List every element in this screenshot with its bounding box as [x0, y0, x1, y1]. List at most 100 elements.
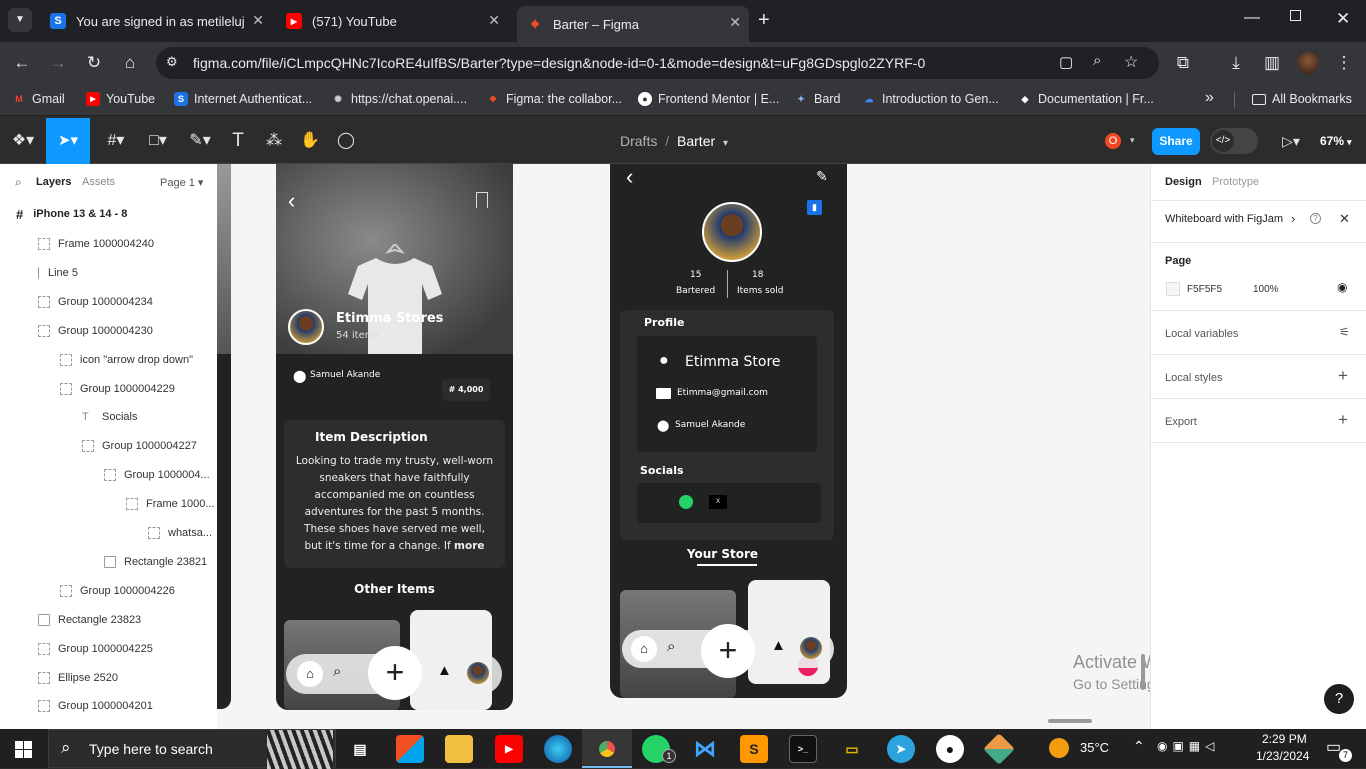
user-avatar[interactable]: O: [1103, 131, 1123, 151]
dev-mode-toggle[interactable]: </>: [1210, 128, 1258, 154]
back-icon[interactable]: ←: [10, 51, 34, 75]
tab-signed-in[interactable]: S You are signed in as metileluj ✕: [40, 6, 272, 36]
minimize-icon[interactable]: —: [1244, 9, 1260, 27]
visibility-eye-icon[interactable]: ◉: [1337, 280, 1347, 294]
text-tool-icon[interactable]: T: [226, 130, 250, 152]
page-selector[interactable]: Page 1 ▾: [160, 176, 203, 189]
home-icon[interactable]: ⌂: [118, 51, 142, 75]
star-icon[interactable]: ☆: [1124, 52, 1138, 72]
bookmark-frontend-mentor[interactable]: ● Frontend Mentor | E...: [638, 92, 779, 106]
bookmark-internet-auth[interactable]: S Internet Authenticat...: [174, 92, 312, 106]
bookmark-figma[interactable]: ❖ Figma: the collabor...: [486, 92, 622, 106]
pen-tool-icon[interactable]: ✎▾: [186, 130, 214, 152]
layer-row[interactable]: Group 1000004...: [104, 465, 210, 485]
tab-layers[interactable]: Layers: [36, 176, 71, 188]
vscode-icon[interactable]: ⋈: [691, 735, 719, 763]
tab-search-button[interactable]: ▼: [8, 8, 32, 32]
taskbar-search-box[interactable]: ⌕ Type here to search: [48, 729, 336, 769]
file-name[interactable]: Barter: [677, 133, 715, 149]
close-tab-icon[interactable]: ✕: [729, 14, 741, 31]
layer-row[interactable]: Ellipse 2520: [38, 668, 118, 688]
bookmark-youtube[interactable]: ▶ YouTube: [86, 92, 155, 106]
tab-prototype[interactable]: Prototype: [1212, 176, 1259, 188]
git-tool-icon[interactable]: [983, 733, 1015, 765]
present-play-icon[interactable]: ▷▾: [1276, 130, 1306, 152]
breadcrumb-drafts[interactable]: Drafts: [620, 133, 657, 149]
extensions-icon[interactable]: ⧉: [1171, 51, 1195, 75]
notification-bell-icon[interactable]: ▲: [437, 662, 452, 679]
phone-item-detail[interactable]: ‹ Etimma Stores 54 items ⬤ Samuel Akande…: [276, 164, 513, 710]
notification-bell-icon[interactable]: ▲: [771, 637, 786, 654]
close-tab-icon[interactable]: ✕: [488, 12, 500, 29]
page-color-swatch[interactable]: [1166, 282, 1180, 296]
horizontal-scrollbar[interactable]: [1048, 719, 1092, 723]
windows-start-icon[interactable]: [15, 741, 32, 758]
forward-icon[interactable]: →: [46, 51, 70, 75]
layer-row[interactable]: T Socials: [82, 407, 137, 427]
zoom-icon[interactable]: ⌕: [1093, 52, 1101, 69]
close-window-icon[interactable]: ✕: [1336, 9, 1350, 29]
variables-settings-icon[interactable]: ⚟: [1339, 325, 1350, 339]
layer-row[interactable]: Group 1000004225: [38, 639, 153, 659]
tray-icons[interactable]: ◉▣▦◁: [1157, 739, 1219, 753]
shape-tool-icon[interactable]: □▾: [144, 130, 172, 152]
sublime-icon[interactable]: S: [740, 735, 768, 763]
figma-canvas[interactable]: ‹ Etimma Stores 54 items ⬤ Samuel Akande…: [217, 164, 1150, 729]
home-nav-icon[interactable]: ⌂: [631, 636, 657, 662]
bookmark-chat-openai[interactable]: ✺ https://chat.openai....: [331, 92, 467, 106]
task-view-icon[interactable]: ▤: [346, 735, 374, 763]
profile-nav-avatar[interactable]: [800, 637, 822, 659]
menu-icon[interactable]: ⋮: [1332, 51, 1356, 75]
search-nav-icon[interactable]: ⌕: [667, 638, 675, 655]
layer-row[interactable]: Group 1000004230: [38, 321, 153, 341]
x-twitter-icon[interactable]: X: [709, 495, 727, 509]
layer-row[interactable]: Group 1000004229: [60, 379, 175, 399]
figma-main-menu-icon[interactable]: ❖▾: [8, 130, 38, 152]
edge-icon[interactable]: [544, 735, 572, 763]
search-icon[interactable]: ⌕: [15, 175, 22, 190]
chevron-down-icon[interactable]: ▾: [1130, 135, 1135, 146]
home-nav-icon[interactable]: ⌂: [297, 661, 323, 687]
youtube-app-icon[interactable]: ▶: [495, 735, 523, 763]
game-bar-icon[interactable]: ▭: [838, 735, 866, 763]
bookmark-bard[interactable]: ✦ Bard: [794, 92, 840, 106]
all-bookmarks[interactable]: All Bookmarks: [1252, 92, 1352, 106]
bookmark-documentation[interactable]: ◆ Documentation | Fr...: [1018, 92, 1154, 106]
sidebar-icon[interactable]: ▥: [1260, 51, 1284, 75]
file-explorer-icon[interactable]: [445, 735, 473, 763]
chevron-down-icon[interactable]: ▾: [723, 138, 728, 149]
profile-nav-avatar[interactable]: [467, 662, 489, 684]
layer-row[interactable]: Group 1000004201: [38, 696, 153, 716]
add-button[interactable]: +: [368, 646, 422, 700]
new-tab-icon[interactable]: +: [758, 9, 770, 32]
tab-assets[interactable]: Assets: [82, 176, 115, 188]
resources-icon[interactable]: ⁂: [262, 130, 286, 152]
phone-profile[interactable]: ‹ ✎ ▮ 15 Bartered 18 Items sold Profile …: [610, 164, 847, 698]
add-export-icon[interactable]: +: [1338, 410, 1348, 430]
clock-time[interactable]: 2:29 PM: [1262, 732, 1307, 746]
tray-chevron-icon[interactable]: ⌃: [1133, 738, 1145, 755]
edit-pencil-icon[interactable]: ✎: [816, 168, 828, 185]
bookmark-intro-gen[interactable]: ☁ Introduction to Gen...: [862, 92, 999, 106]
bookmarks-overflow[interactable]: »: [1205, 89, 1214, 107]
frame-row[interactable]: # iPhone 13 & 14 - 8: [0, 202, 217, 226]
terminal-icon[interactable]: >_: [789, 735, 817, 763]
github-icon[interactable]: ●: [936, 735, 964, 763]
frame-tool-icon[interactable]: #▾: [103, 130, 129, 152]
hand-tool-icon[interactable]: ✋: [298, 130, 322, 152]
layer-row[interactable]: Group 1000004234: [38, 292, 153, 312]
help-circle-icon[interactable]: ?: [1310, 213, 1321, 224]
bookmark-gmail[interactable]: M Gmail: [12, 92, 64, 106]
back-chevron-icon[interactable]: ‹: [626, 164, 633, 190]
layer-row[interactable]: Frame 1000004240: [38, 234, 154, 254]
restore-icon[interactable]: [1290, 10, 1301, 21]
search-nav-icon[interactable]: ⌕: [333, 663, 341, 680]
layer-row[interactable]: Group 1000004227: [82, 436, 197, 456]
share-button[interactable]: Share: [1152, 128, 1200, 155]
local-variables-label[interactable]: Local variables: [1165, 328, 1238, 340]
layer-row[interactable]: Frame 1000...: [126, 494, 214, 514]
clipboard-icon[interactable]: ▢: [1059, 53, 1073, 71]
layer-row[interactable]: icon "arrow drop down": [60, 350, 193, 370]
layer-row[interactable]: Rectangle 23823: [38, 610, 141, 630]
bookmark-icon[interactable]: [476, 192, 488, 208]
